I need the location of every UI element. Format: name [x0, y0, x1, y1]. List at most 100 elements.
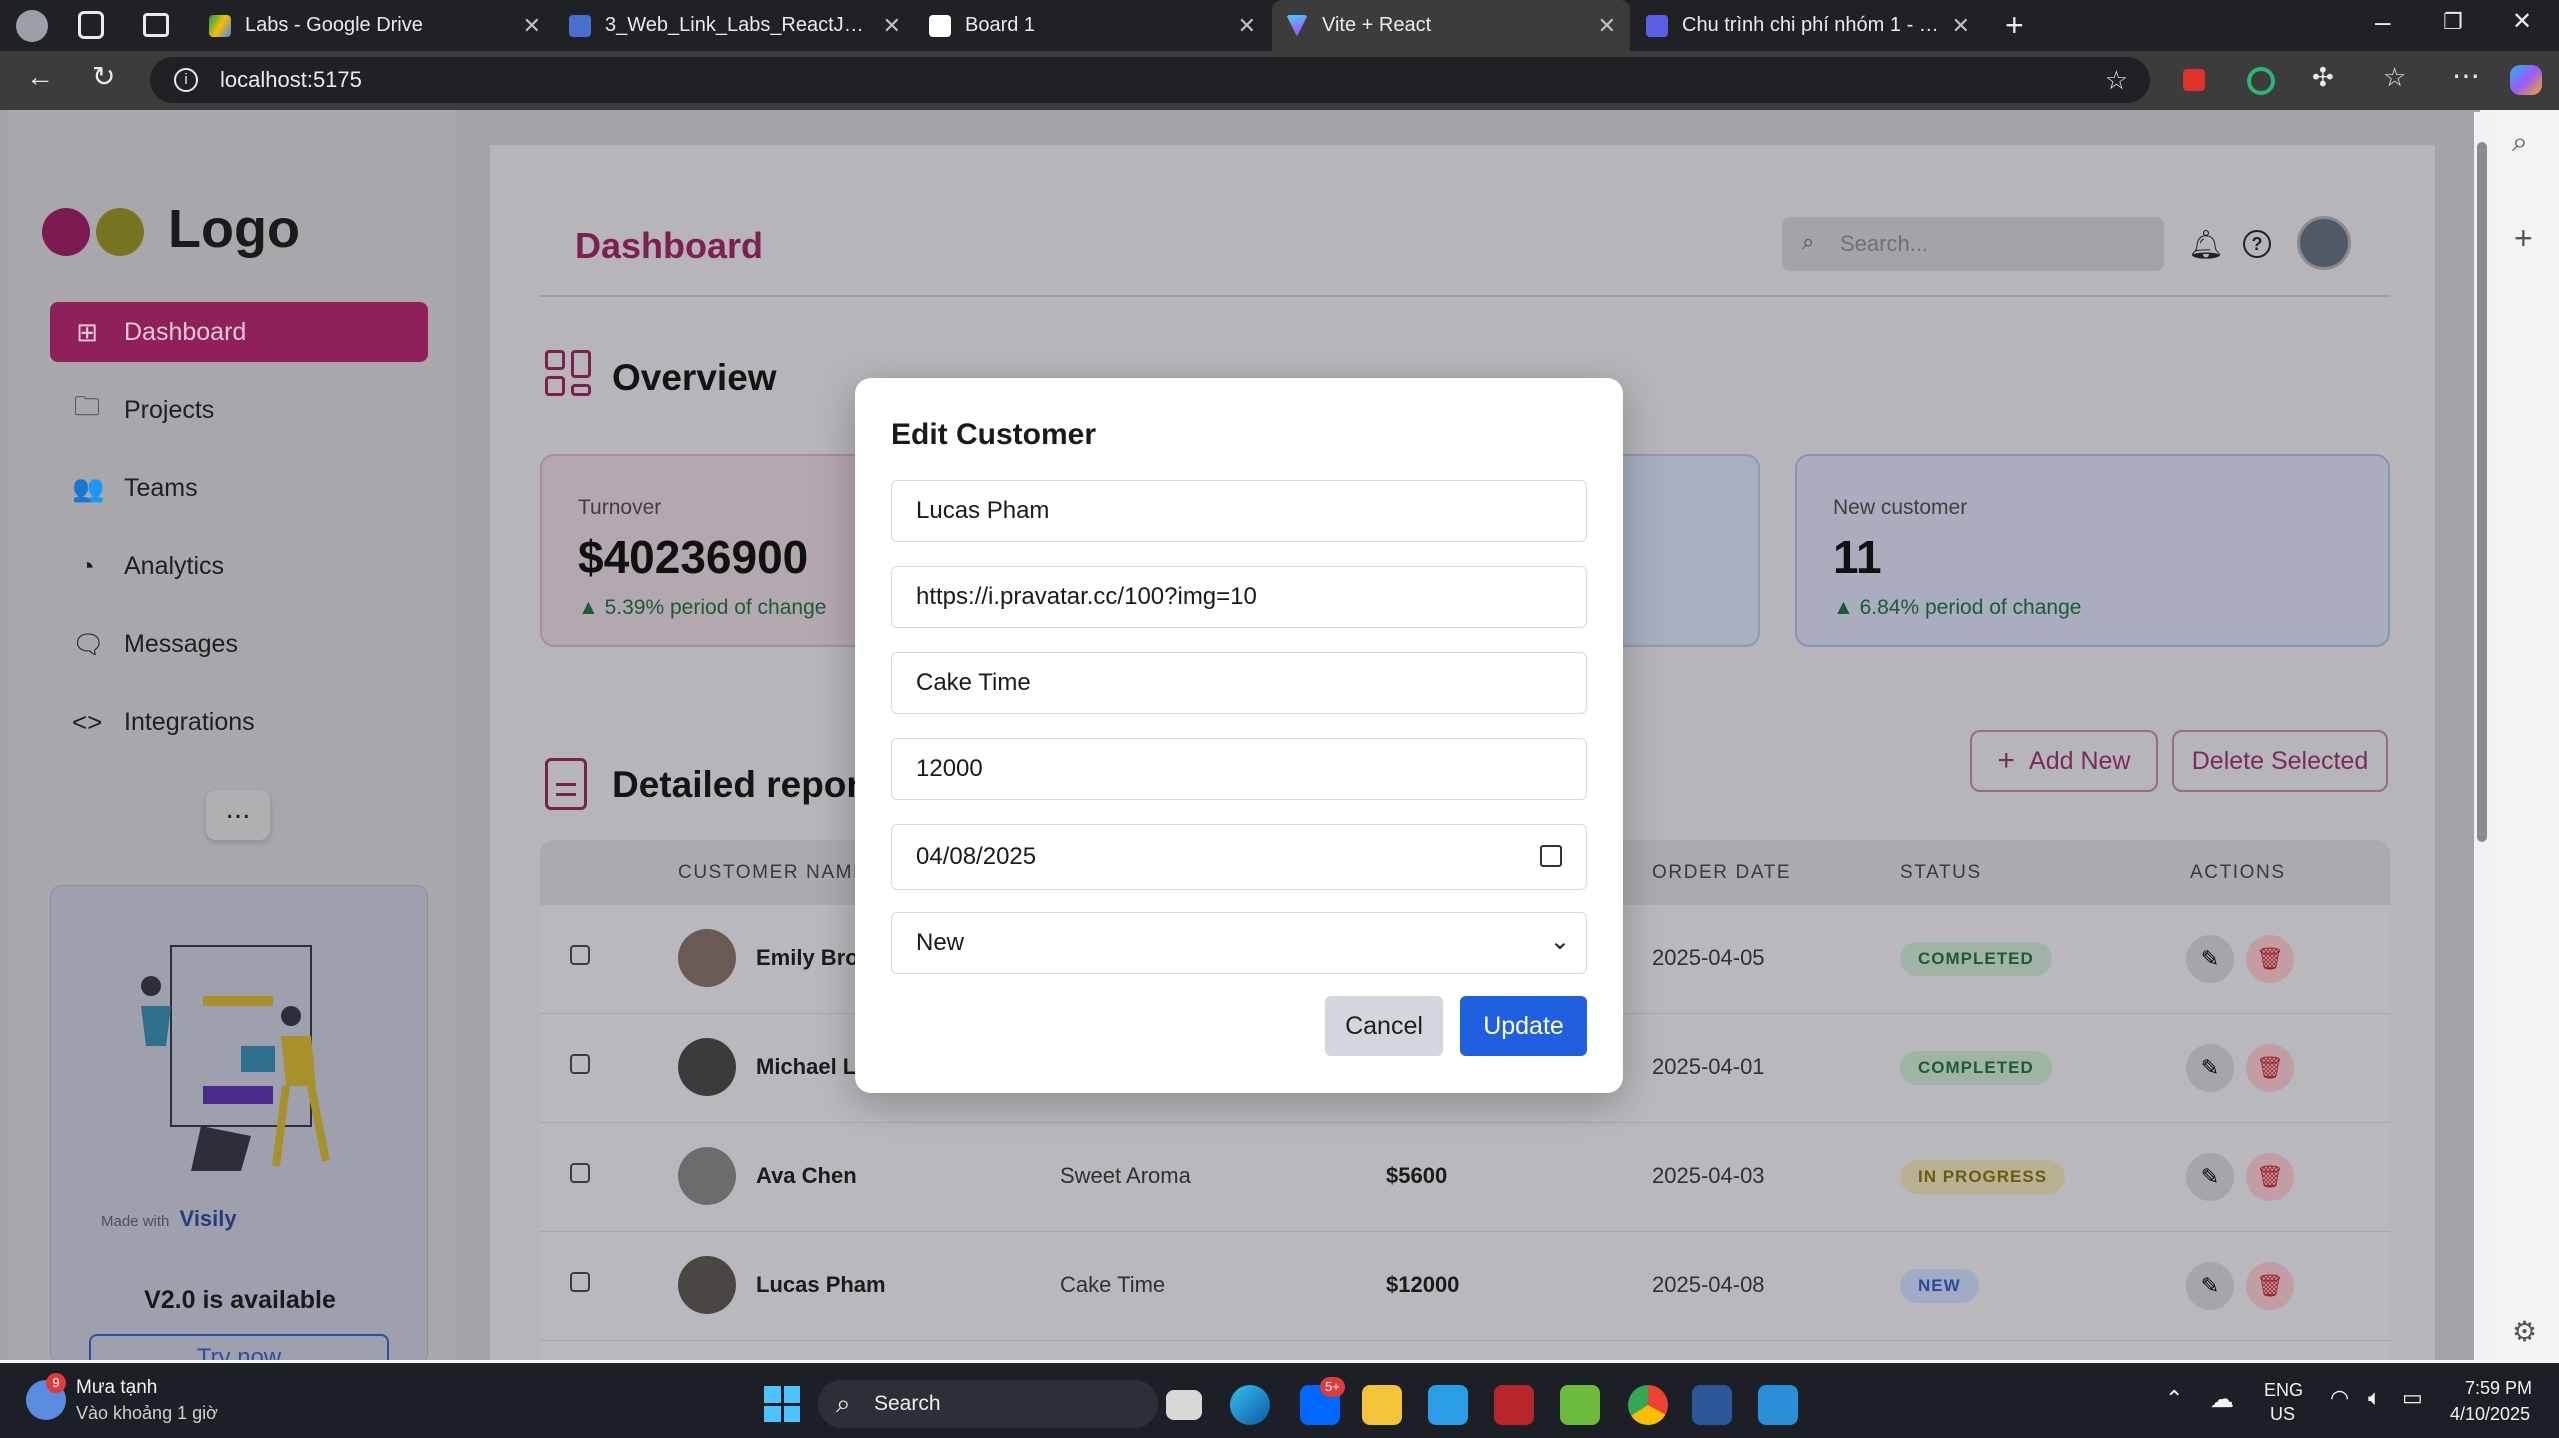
add-new-button[interactable]: + Add New	[1970, 730, 2158, 792]
edit-icon[interactable]: ✎	[2186, 935, 2234, 983]
favorites-icon[interactable]: ☆	[2383, 64, 2406, 90]
restore-icon[interactable]: ❐	[2443, 11, 2463, 33]
onedrive-icon[interactable]: ☁	[2210, 1385, 2234, 1414]
row-checkbox[interactable]	[570, 1163, 590, 1183]
settings-icon[interactable]: ⚙	[2512, 1315, 2537, 1348]
sidebar-item-teams[interactable]: 👥 Teams	[50, 458, 428, 518]
new-tab-icon[interactable]: +	[2005, 9, 2024, 41]
edge-icon[interactable]	[1230, 1385, 1270, 1425]
status-select[interactable]: New ⌄	[891, 912, 1587, 974]
tab-copilot[interactable]: Chu trình chi phí nhóm 1 - Bài thu ✕	[1632, 0, 1984, 51]
status-badge: COMPLETED	[1900, 942, 2052, 976]
app-blue-icon[interactable]	[1758, 1385, 1798, 1425]
tab-board[interactable]: Board 1 ✕	[915, 0, 1270, 51]
page-scrollbar[interactable]	[2474, 112, 2490, 1360]
sidebar-item-integrations[interactable]: <> Integrations	[50, 692, 428, 752]
order-value-field[interactable]: 12000	[891, 738, 1587, 800]
workspaces-icon[interactable]	[78, 11, 104, 39]
edge-sidebar	[2492, 110, 2559, 1363]
sidebar-item-label: Analytics	[124, 551, 225, 580]
close-icon[interactable]: ✕	[1952, 13, 1970, 39]
word-icon[interactable]	[1692, 1385, 1732, 1425]
language[interactable]: ENG	[2264, 1380, 2303, 1401]
sidebar-item-analytics[interactable]: ◔ Analytics	[50, 536, 428, 596]
calendar-icon[interactable]	[1540, 845, 1562, 867]
task-view-icon[interactable]	[1166, 1390, 1202, 1420]
help-icon[interactable]: ?	[2243, 230, 2271, 258]
status-badge: IN PROGRESS	[1900, 1160, 2066, 1194]
status-badge: NEW	[1900, 1269, 1979, 1303]
tab-docs[interactable]: 3_Web_Link_Labs_ReactJS_Online ✕	[555, 0, 915, 51]
copilot-icon[interactable]	[2510, 65, 2542, 95]
vite-icon	[1286, 14, 1308, 37]
search-input[interactable]: ⌕ Search...	[1782, 217, 2164, 271]
chrome-icon[interactable]	[1628, 1385, 1668, 1425]
sidebar-item-dashboard[interactable]: ⊞ Dashboard	[50, 302, 428, 362]
start-icon[interactable]	[764, 1386, 800, 1422]
tab-google-drive[interactable]: Labs - Google Drive ✕	[195, 0, 555, 51]
browser-tab-bar: Labs - Google Drive ✕ 3_Web_Link_Labs_Re…	[0, 0, 2559, 51]
row-checkbox[interactable]	[570, 945, 590, 965]
wifi-icon[interactable]: ◠	[2330, 1385, 2349, 1411]
column-header: STATUS	[1900, 862, 1982, 883]
trash-icon[interactable]: 🗑︎	[2246, 1044, 2294, 1092]
volume-icon[interactable]: 🔈︎	[2368, 1385, 2381, 1411]
sidebar-item-projects[interactable]: 🗀 Projects	[50, 380, 428, 440]
table-row: Lucas Pham Cake Time $12000 2025-04-08 N…	[540, 1232, 2390, 1341]
more-options-button[interactable]: ...	[206, 790, 270, 840]
cancel-button[interactable]: Cancel	[1325, 996, 1443, 1056]
avatar[interactable]	[2297, 216, 2351, 270]
profile-icon[interactable]	[16, 10, 48, 42]
company-name: Cake Time	[1060, 1272, 1166, 1297]
app-puzzle-icon[interactable]	[1560, 1385, 1600, 1425]
clock-time[interactable]: 7:59 PM	[2465, 1378, 2532, 1399]
avatar-url-field[interactable]: https://i.pravatar.cc/100?img=10	[891, 566, 1587, 628]
try-now-button[interactable]: Try now	[89, 1334, 389, 1360]
favorite-star-icon[interactable]: ☆	[2105, 65, 2128, 96]
file-explorer-icon[interactable]	[1362, 1385, 1402, 1425]
status-selected: New	[916, 929, 965, 956]
tab-actions-icon[interactable]	[143, 13, 169, 37]
order-date-field[interactable]: 04/08/2025	[891, 824, 1587, 890]
close-icon[interactable]: ✕	[883, 13, 901, 39]
row-checkbox[interactable]	[570, 1272, 590, 1292]
minimize-icon[interactable]: –	[2375, 8, 2391, 36]
update-button[interactable]: Update	[1460, 996, 1587, 1056]
edit-icon[interactable]: ✎	[2186, 1044, 2234, 1092]
extensions-icon[interactable]: ✣	[2312, 64, 2334, 90]
name-field[interactable]: Lucas Pham	[891, 480, 1587, 542]
column-header: ACTIONS	[2190, 862, 2286, 883]
vscode-icon[interactable]	[1428, 1385, 1468, 1425]
more-icon[interactable]: ⋯	[2452, 62, 2480, 90]
close-window-icon[interactable]: ✕	[2512, 10, 2532, 34]
url-text: localhost:5175	[220, 67, 362, 92]
edit-icon[interactable]: ✎	[2186, 1153, 2234, 1201]
reload-icon[interactable]: ↻	[92, 63, 115, 91]
close-icon[interactable]: ✕	[1238, 13, 1256, 39]
row-checkbox[interactable]	[570, 1054, 590, 1074]
tab-vite-react[interactable]: Vite + React ✕	[1272, 0, 1630, 51]
info-icon[interactable]: i	[174, 68, 198, 92]
url-field[interactable]: i localhost:5175 ☆	[150, 57, 2150, 103]
scrollbar-thumb[interactable]	[2477, 142, 2487, 842]
taskbar-search[interactable]: ⌕ Search	[818, 1380, 1158, 1428]
chevron-up-icon[interactable]: ⌃	[2165, 1386, 2183, 1412]
trash-icon[interactable]: 🗑︎	[2246, 1262, 2294, 1310]
sidebar-item-messages[interactable]: 🗨 Messages	[50, 614, 428, 674]
battery-icon[interactable]: ▭	[2402, 1385, 2423, 1411]
edit-customer-modal: Edit Customer Lucas Pham https://i.prava…	[855, 378, 1623, 1093]
close-icon[interactable]: ✕	[1598, 13, 1616, 39]
bell-icon[interactable]: 🔔︎	[2188, 228, 2224, 261]
company-field[interactable]: Cake Time	[891, 652, 1587, 714]
extension-green-icon[interactable]	[2247, 67, 2275, 95]
trash-icon[interactable]: 🗑︎	[2246, 1153, 2294, 1201]
back-icon[interactable]: ←	[26, 63, 54, 91]
app-red-icon[interactable]	[1494, 1385, 1534, 1425]
edit-icon[interactable]: ✎	[2186, 1262, 2234, 1310]
add-icon[interactable]: +	[2514, 220, 2533, 257]
extension-red-icon[interactable]	[2183, 69, 2205, 91]
search-icon[interactable]: ⌕	[2512, 126, 2528, 159]
close-icon[interactable]: ✕	[523, 13, 541, 39]
delete-selected-button[interactable]: Delete Selected	[2172, 730, 2388, 792]
trash-icon[interactable]: 🗑︎	[2246, 935, 2294, 983]
